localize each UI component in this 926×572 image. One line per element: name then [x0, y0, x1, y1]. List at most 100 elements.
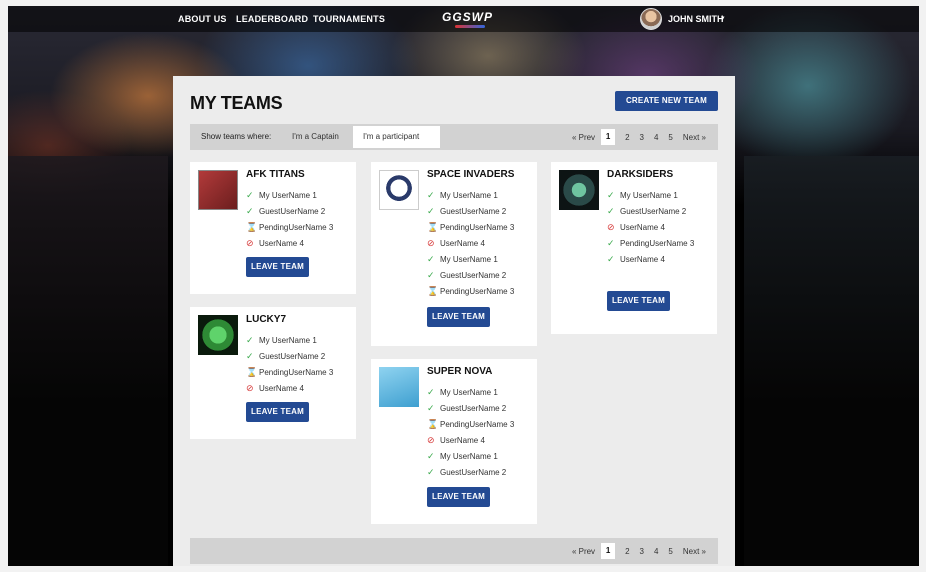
leave-team-button[interactable]: LEAVE TEAM [427, 487, 490, 507]
team-logo [379, 367, 419, 407]
pagination-page[interactable]: 4 [654, 133, 658, 142]
check-icon: ✓ [246, 205, 254, 216]
chevron-down-icon[interactable]: ▾ [721, 14, 725, 22]
pagination-page[interactable]: 1 [601, 129, 616, 145]
check-icon: ✓ [427, 269, 435, 280]
filter-label: Show teams where: [201, 132, 272, 141]
pagination-bar-bottom: « Prev 1 2 3 4 5 Next » [190, 538, 718, 564]
member-name: UserName 4 [620, 254, 665, 264]
team-member: ⌛ PendingUserName 3 [246, 219, 333, 235]
pagination-prev[interactable]: « Prev [572, 547, 595, 556]
team-member: ⊘ UserName 4 [246, 235, 333, 251]
member-name: My UserName 1 [620, 190, 678, 200]
pagination-page[interactable]: 2 [625, 547, 629, 556]
member-name: GuestUserName 2 [620, 206, 687, 216]
nav-about-us[interactable]: ABOUT US [178, 14, 227, 24]
member-name: UserName 4 [620, 222, 665, 232]
member-name: UserName 4 [259, 383, 304, 393]
team-member: ✓ My UserName 1 [427, 187, 514, 203]
member-name: My UserName 1 [440, 451, 498, 461]
member-list: ✓ My UserName 1 ✓ GuestUserName 2 ⌛ PendingUs… [246, 187, 333, 251]
pagination-page[interactable]: 3 [640, 547, 644, 556]
member-name: PendingUserName 3 [620, 238, 695, 248]
member-list: ✓ My UserName 1 ✓ GuestUserName 2 ⊘ UserName … [607, 187, 694, 267]
team-member: ✓ GuestUserName 2 [607, 203, 694, 219]
check-icon: ✓ [427, 386, 435, 397]
team-member: ✓ GuestUserName 2 [427, 267, 514, 283]
check-icon: ✓ [427, 450, 435, 461]
team-member: ⌛ PendingUserName 3 [246, 364, 333, 380]
check-icon: ✓ [246, 189, 254, 200]
member-name: GuestUserName 2 [440, 467, 507, 477]
my-teams-panel: MY TEAMS CREATE NEW TEAM Show teams wher… [173, 76, 735, 566]
create-new-team-button[interactable]: CREATE NEW TEAM [615, 91, 718, 111]
team-card: AFK TITANS ✓ My UserName 1 ✓ GuestUserName … [190, 162, 356, 294]
team-member: ⌛ PendingUserName 3 [427, 416, 514, 432]
filter-participant[interactable]: I'm a participant [353, 126, 440, 148]
hourglass-icon: ⌛ [427, 418, 439, 429]
pagination-page[interactable]: 1 [601, 543, 616, 559]
team-logo [198, 315, 238, 355]
member-name: My UserName 1 [259, 335, 317, 345]
member-name: PendingUserName 3 [259, 367, 334, 377]
hourglass-icon: ⌛ [246, 366, 258, 377]
filter-captain[interactable]: I'm a Captain [282, 126, 349, 148]
pagination-page[interactable]: 2 [625, 133, 629, 142]
member-name: My UserName 1 [259, 190, 317, 200]
hourglass-icon: ⌛ [427, 285, 439, 296]
pagination-next[interactable]: Next » [683, 547, 706, 556]
member-name: GuestUserName 2 [259, 206, 326, 216]
member-name: UserName 4 [259, 238, 304, 248]
member-name: PendingUserName 3 [440, 222, 515, 232]
pagination-next[interactable]: Next » [683, 133, 706, 142]
check-icon: ✓ [607, 189, 615, 200]
pagination-page[interactable]: 5 [668, 133, 672, 142]
team-logo [379, 170, 419, 210]
page-title: MY TEAMS [190, 93, 283, 113]
team-member: ✓ My UserName 1 [607, 187, 694, 203]
pagination-page[interactable]: 4 [654, 547, 658, 556]
member-name: GuestUserName 2 [440, 270, 507, 280]
member-name: GuestUserName 2 [440, 403, 507, 413]
pagination-prev[interactable]: « Prev [572, 133, 595, 142]
check-icon: ✓ [427, 253, 435, 264]
member-name: UserName 4 [440, 238, 485, 248]
check-icon: ✓ [246, 350, 254, 361]
team-member: ✓ My UserName 1 [427, 448, 514, 464]
team-card: LUCKY7 ✓ My UserName 1 ✓ GuestUserName 2 ⌛ Pe… [190, 307, 356, 439]
leave-team-button[interactable]: LEAVE TEAM [427, 307, 490, 327]
team-card: SUPER NOVA ✓ My UserName 1 ✓ GuestUserName … [371, 359, 537, 524]
member-list: ✓ My UserName 1 ✓ GuestUserName 2 ⌛ PendingUs… [427, 384, 514, 480]
pagination-page[interactable]: 3 [640, 133, 644, 142]
leave-team-button[interactable]: LEAVE TEAM [246, 402, 309, 422]
pagination-page[interactable]: 5 [668, 547, 672, 556]
avatar[interactable] [640, 8, 662, 30]
leave-team-button[interactable]: LEAVE TEAM [246, 257, 309, 277]
user-menu[interactable]: JOHN SMITH [668, 14, 724, 24]
team-name: DARKSIDERS [607, 169, 674, 180]
team-name: LUCKY7 [246, 314, 287, 325]
team-member: ⌛ PendingUserName 3 [427, 283, 514, 299]
pagination-bottom: « Prev 1 2 3 4 5 Next » [562, 542, 706, 560]
team-name: AFK TITANS [246, 169, 305, 180]
team-member: ⊘ UserName 4 [607, 219, 694, 235]
site-logo[interactable]: GGSWP [442, 10, 493, 24]
member-name: PendingUserName 3 [440, 286, 515, 296]
member-name: UserName 4 [440, 435, 485, 445]
team-member: ✓ GuestUserName 2 [427, 400, 514, 416]
team-member: ⌛ PendingUserName 3 [427, 219, 514, 235]
nav-leaderboard[interactable]: LEADERBOARD [236, 14, 308, 24]
check-icon: ✓ [427, 402, 435, 413]
leave-team-button[interactable]: LEAVE TEAM [607, 291, 670, 311]
team-logo [559, 170, 599, 210]
team-member: ⊘ UserName 4 [427, 235, 514, 251]
check-icon: ✓ [607, 237, 615, 248]
member-name: GuestUserName 2 [259, 351, 326, 361]
nav-tournaments[interactable]: TOURNAMENTS [313, 14, 385, 24]
check-icon: ✓ [427, 189, 435, 200]
check-icon: ✓ [427, 205, 435, 216]
team-logo [198, 170, 238, 210]
background-art-right [744, 156, 919, 566]
check-icon: ✓ [607, 253, 615, 264]
team-member: ✓ GuestUserName 2 [427, 203, 514, 219]
